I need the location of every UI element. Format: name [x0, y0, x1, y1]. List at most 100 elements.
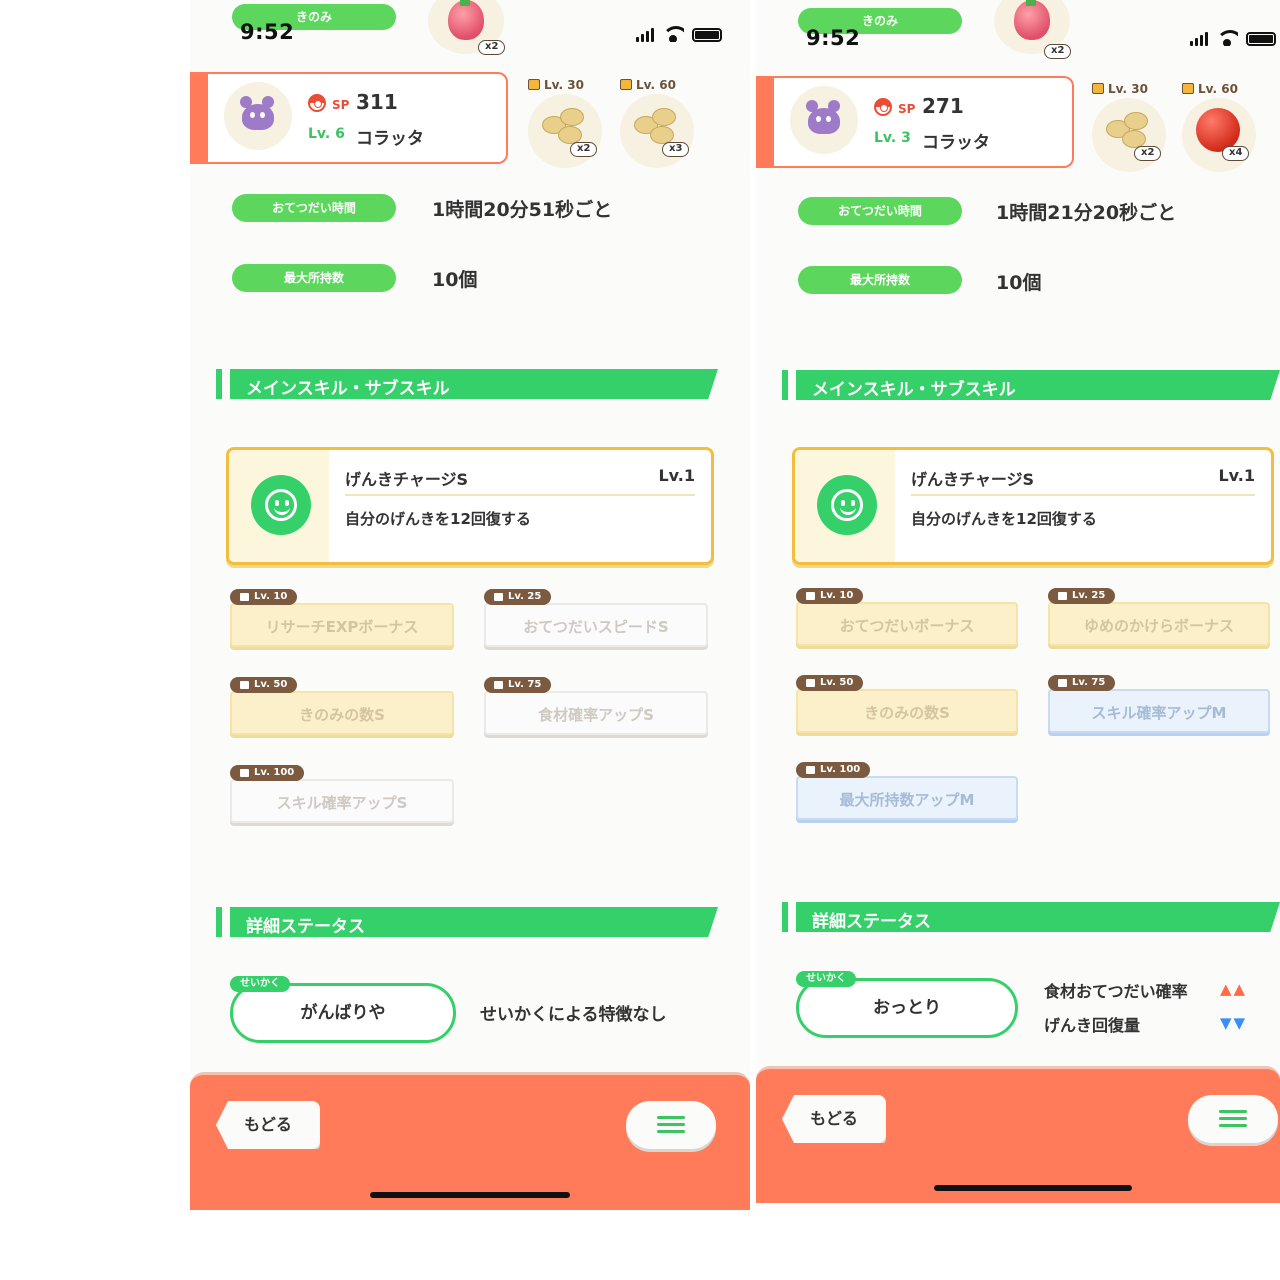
potato-icon — [620, 94, 694, 168]
max-carry-value: 10個 — [996, 272, 1042, 294]
unlock-qty: x2 — [570, 142, 598, 157]
sub-skill-lv10[interactable]: Lv. 10 リサーチEXPボーナス — [230, 589, 454, 647]
pokeball-icon — [874, 98, 892, 116]
unlock-level: Lv. 30 — [1092, 82, 1148, 96]
pokemon-name: コラッタ — [356, 129, 424, 149]
sub-skill-name: リサーチEXPボーナス — [230, 603, 454, 647]
nature-button[interactable]: おっとり — [796, 978, 1018, 1038]
berry-qty: x2 — [1044, 44, 1072, 59]
rattata-icon — [804, 100, 844, 138]
lock-level-badge: Lv. 75 — [484, 677, 552, 693]
nature-tag: せいかく — [796, 971, 856, 987]
main-skill-card[interactable]: げんきチャージS Lv.1 自分のげんきを12回復する — [226, 447, 714, 565]
detail-section-header: 詳細ステータス — [782, 902, 1280, 932]
pokeball-icon — [308, 94, 326, 112]
status-time: 9:52 — [806, 26, 861, 50]
lock-level-badge: Lv. 100 — [796, 762, 871, 778]
main-skill-name: げんきチャージS — [345, 470, 469, 489]
smile-icon — [817, 475, 877, 535]
sub-skill-lv100[interactable]: Lv. 100 スキル確率アップS — [230, 765, 454, 823]
home-indicator[interactable] — [934, 1185, 1132, 1191]
nature-tag: せいかく — [230, 976, 290, 992]
sub-skill-name: きのみの数S — [230, 691, 454, 735]
status-icons — [636, 26, 722, 42]
berry-qty: x2 — [478, 40, 506, 55]
sub-skill-lv25[interactable]: Lv. 25 ゆめのかけらボーナス — [1048, 588, 1270, 646]
nature-button[interactable]: がんばりや — [230, 983, 456, 1043]
sub-skill-lv50[interactable]: Lv. 50 きのみの数S — [230, 677, 454, 735]
sub-skill-name: きのみの数S — [796, 689, 1018, 733]
unlock-level: Lv. 60 — [1182, 82, 1238, 96]
pokemon-card[interactable]: SP 311 Lv. 6 コラッタ — [190, 72, 508, 164]
apple-icon — [1182, 98, 1256, 172]
smile-icon — [251, 475, 311, 535]
max-carry-label: 最大所持数 — [798, 266, 962, 294]
nature-effect-down: げんき回復量 ▼▼ — [1044, 1012, 1245, 1036]
ingredient-unlock-lv60: Lv. 60 x3 — [614, 78, 696, 168]
back-button[interactable]: もどる — [782, 1095, 886, 1143]
detail-section-header: 詳細ステータス — [216, 907, 718, 937]
sp-value: 311 — [356, 90, 398, 114]
pokemon-avatar — [790, 86, 858, 154]
ingredient-unlock-lv30: Lv. 30 x2 — [1086, 82, 1168, 172]
lock-level-badge: Lv. 75 — [1048, 675, 1116, 691]
sub-skill-name: 最大所持数アップM — [796, 776, 1018, 820]
unlock-qty: x3 — [662, 142, 690, 157]
battery-icon — [1246, 32, 1276, 46]
help-time-value: 1時間20分51秒ごと — [432, 199, 613, 221]
divider — [911, 494, 1255, 496]
unlock-qty: x4 — [1222, 146, 1250, 161]
pokemon-name: コラッタ — [922, 133, 990, 153]
lock-level-badge: Lv. 50 — [796, 675, 864, 691]
status-time: 9:52 — [240, 20, 295, 44]
pokemon-level: Lv. 3 — [874, 130, 911, 146]
skills-section-title: メインスキル・サブスキル — [246, 379, 450, 399]
skills-section-title: メインスキル・サブスキル — [812, 380, 1016, 400]
bottom-bar: もどる — [190, 1072, 750, 1210]
menu-button[interactable] — [626, 1101, 716, 1149]
help-time-value: 1時間21分20秒ごと — [996, 202, 1177, 224]
signal-icon — [1190, 32, 1208, 46]
help-time-label: おてつだい時間 — [798, 197, 962, 225]
sub-skill-lv100[interactable]: Lv. 100 最大所持数アップM — [796, 762, 1018, 820]
main-skill-level: Lv.1 — [658, 466, 695, 485]
wifi-icon — [1216, 30, 1238, 46]
sub-skill-name: ゆめのかけらボーナス — [1048, 602, 1270, 646]
sub-skill-lv25[interactable]: Lv. 25 おてつだいスピードS — [484, 589, 708, 647]
berry-icon: x2 — [428, 0, 506, 55]
up-arrows-icon: ▲▲ — [1220, 980, 1248, 998]
sub-skill-name: 食材確率アップS — [484, 691, 708, 735]
menu-button[interactable] — [1188, 1095, 1278, 1143]
sub-skill-name: おてつだいボーナス — [796, 602, 1018, 646]
unlock-qty: x2 — [1134, 146, 1162, 161]
skills-section-header: メインスキル・サブスキル — [782, 370, 1280, 400]
sub-skill-lv75[interactable]: Lv. 75 食材確率アップS — [484, 677, 708, 735]
sub-skill-lv10[interactable]: Lv. 10 おてつだいボーナス — [796, 588, 1018, 646]
lock-level-badge: Lv. 10 — [230, 589, 298, 605]
back-button[interactable]: もどる — [216, 1101, 320, 1149]
main-skill-level: Lv.1 — [1218, 466, 1255, 485]
main-skill-card[interactable]: げんきチャージS Lv.1 自分のげんきを12回復する — [792, 447, 1274, 565]
unlock-level: Lv. 30 — [528, 78, 584, 92]
home-indicator[interactable] — [370, 1192, 570, 1198]
effect-label: げんき回復量 — [1044, 1016, 1141, 1035]
max-carry-label: 最大所持数 — [232, 264, 396, 292]
pokemon-card[interactable]: SP 271 Lv. 3 コラッタ — [756, 76, 1074, 168]
detail-section-title: 詳細ステータス — [812, 912, 931, 932]
sub-skill-lv50[interactable]: Lv. 50 きのみの数S — [796, 675, 1018, 733]
sub-skill-name: スキル確率アップS — [230, 779, 454, 823]
main-skill-desc: 自分のげんきを12回復する — [345, 510, 531, 528]
help-time-label: おてつだい時間 — [232, 194, 396, 222]
status-icons — [1190, 30, 1276, 46]
signal-icon — [636, 28, 654, 42]
sub-skill-lv75[interactable]: Lv. 75 スキル確率アップM — [1048, 675, 1270, 733]
battery-icon — [692, 28, 722, 42]
right-screen: きのみ 9:52 x2 SP 271 Lv. 3 コラッタ Lv. 30 x2 … — [756, 0, 1280, 1203]
skills-section-header: メインスキル・サブスキル — [216, 369, 718, 399]
potato-icon — [1092, 98, 1166, 172]
max-carry-value: 10個 — [432, 269, 478, 291]
sp-label: SP — [898, 102, 916, 116]
detail-section-title: 詳細ステータス — [246, 917, 365, 937]
sub-skill-name: スキル確率アップM — [1048, 689, 1270, 733]
lock-level-badge: Lv. 50 — [230, 677, 298, 693]
